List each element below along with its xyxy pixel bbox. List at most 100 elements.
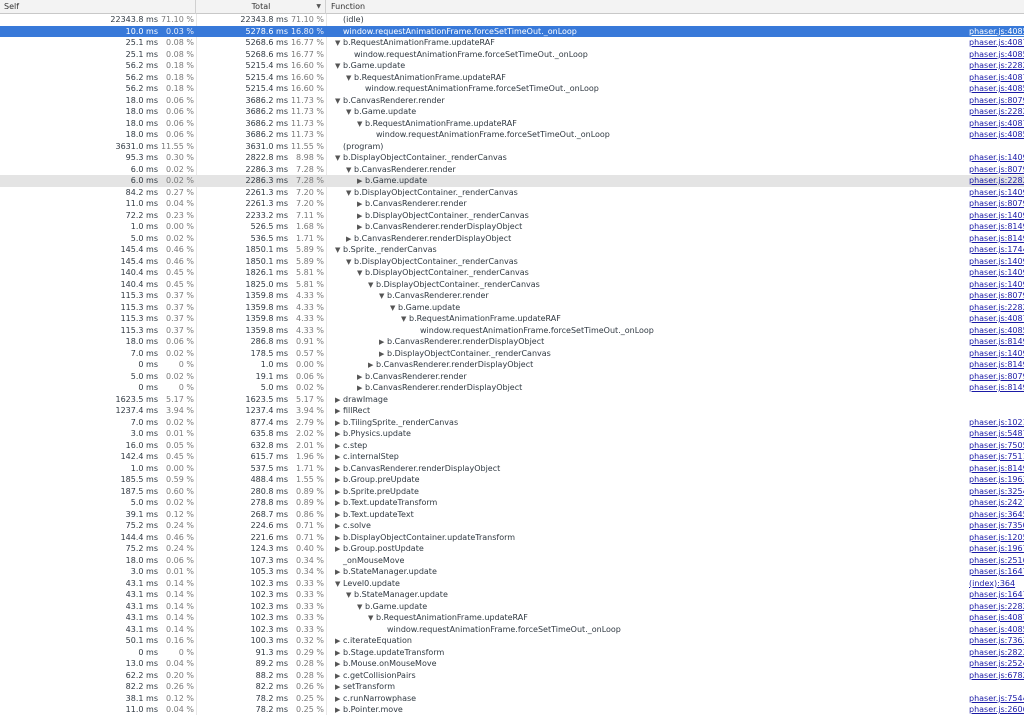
tree-row[interactable]: 1237.4 ms 3.94 % 1237.4 ms 3.94 % ▶ fillRect: [0, 405, 1024, 417]
tree-row[interactable]: 75.2 ms 0.24 % 224.6 ms 0.71 % ▶ c.solve phase…: [0, 520, 1024, 532]
source-link[interactable]: phaser.js:22824: [969, 601, 1024, 613]
source-link[interactable]: phaser.js:8149: [969, 359, 1024, 371]
tree-row[interactable]: 140.4 ms 0.45 % 1825.0 ms 5.81 % ▼ b.DisplayO…: [0, 279, 1024, 291]
source-link[interactable]: phaser.js:1409: [969, 267, 1024, 279]
tree-row[interactable]: 11.0 ms 0.04 % 2261.3 ms 7.20 % ▶ b.CanvasRen…: [0, 198, 1024, 210]
source-link[interactable]: phaser.js:25168: [969, 555, 1024, 567]
tree-row[interactable]: 62.2 ms 0.20 % 88.2 ms 0.28 % ▶ c.getCollisio…: [0, 670, 1024, 682]
tree-row[interactable]: 10.0 ms 0.03 % 5278.6 ms 16.80 % window.requ…: [0, 25, 1024, 38]
source-link[interactable]: phaser.js:2823: [969, 647, 1024, 659]
tree-row[interactable]: 5.0 ms 0.02 % 19.1 ms 0.06 % ▶ b.CanvasRender…: [0, 371, 1024, 383]
source-link[interactable]: phaser.js:1409: [969, 210, 1024, 222]
source-link[interactable]: phaser.js:2427: [969, 497, 1024, 509]
source-link[interactable]: phaser.js:40858: [969, 325, 1024, 337]
source-link[interactable]: phaser.js:1205: [969, 532, 1024, 544]
tree-row[interactable]: 5.0 ms 0.02 % 536.5 ms 1.71 % ▶ b.CanvasRende…: [0, 233, 1024, 245]
tree-row[interactable]: 75.2 ms 0.24 % 124.3 ms 0.40 % ▶ b.Group.post…: [0, 543, 1024, 555]
tree-row[interactable]: 43.1 ms 0.14 % 102.3 ms 0.33 % window.reques…: [0, 624, 1024, 636]
tree-row[interactable]: 43.1 ms 0.14 % 102.3 ms 0.33 % ▼ Level0.updat…: [0, 578, 1024, 590]
source-link[interactable]: phaser.js:54875: [969, 428, 1024, 440]
source-link[interactable]: phaser.js:1409: [969, 348, 1024, 360]
tree-row[interactable]: 13.0 ms 0.04 % 89.2 ms 0.28 % ▶ b.Mouse.onMou…: [0, 658, 1024, 670]
source-link[interactable]: phaser.js:1409: [969, 187, 1024, 199]
source-link[interactable]: phaser.js:40858: [969, 83, 1024, 95]
tree-row[interactable]: 82.2 ms 0.26 % 82.2 ms 0.26 % ▶ setTransform: [0, 681, 1024, 693]
tree-row[interactable]: 56.2 ms 0.18 % 5215.4 ms 16.60 % ▼ b.RequestA…: [0, 72, 1024, 84]
source-link[interactable]: phaser.js:73500: [969, 520, 1024, 532]
tree-row[interactable]: 142.4 ms 0.45 % 615.7 ms 1.96 % ▶ c.internalS…: [0, 451, 1024, 463]
tree-row[interactable]: 3.0 ms 0.01 % 635.8 ms 2.02 % ▶ b.Physics.upd…: [0, 428, 1024, 440]
source-link[interactable]: phaser.js:8149: [969, 336, 1024, 348]
tree-row[interactable]: 3631.0 ms 11.55 % 3631.0 ms 11.55 % (program…: [0, 141, 1024, 153]
source-link[interactable]: phaser.js:1409: [969, 279, 1024, 291]
source-link[interactable]: phaser.js:40871: [969, 612, 1024, 624]
source-link[interactable]: phaser.js:26061: [969, 704, 1024, 715]
tree-row[interactable]: 0 ms 0 % 1.0 ms 0.00 % ▶ b.CanvasRenderer.ren…: [0, 359, 1024, 371]
source-link[interactable]: phaser.js:75441: [969, 693, 1024, 705]
source-link[interactable]: phaser.js:16478: [969, 566, 1024, 578]
source-link[interactable]: (index):364: [969, 578, 1024, 590]
source-link[interactable]: phaser.js:8149: [969, 382, 1024, 394]
source-link[interactable]: phaser.js:40871: [969, 118, 1024, 130]
source-link[interactable]: phaser.js:40858: [969, 26, 1024, 38]
source-link[interactable]: phaser.js:73638: [969, 635, 1024, 647]
self-column-header[interactable]: Self: [0, 0, 196, 14]
tree-row[interactable]: 5.0 ms 0.02 % 278.8 ms 0.89 % ▶ b.Text.update…: [0, 497, 1024, 509]
tree-row[interactable]: 0 ms 0 % 91.3 ms 0.29 % ▶ b.Stage.updateTrans…: [0, 647, 1024, 659]
expand-triangle-icon[interactable]: ▶: [335, 705, 343, 715]
source-link[interactable]: phaser.js:8149: [969, 463, 1024, 475]
source-link[interactable]: phaser.js:40858: [969, 624, 1024, 636]
source-link[interactable]: phaser.js:8079: [969, 290, 1024, 302]
source-link[interactable]: phaser.js:36456: [969, 509, 1024, 521]
source-link[interactable]: phaser.js:22824: [969, 302, 1024, 314]
source-link[interactable]: phaser.js:22824: [969, 175, 1024, 187]
tree-row[interactable]: 56.2 ms 0.18 % 5215.4 ms 16.60 % window.requ…: [0, 83, 1024, 95]
source-link[interactable]: phaser.js:8079: [969, 371, 1024, 383]
total-column-header[interactable]: Total ▼: [197, 0, 326, 14]
source-link[interactable]: phaser.js:8079: [969, 164, 1024, 176]
sort-desc-icon[interactable]: ▼: [316, 0, 321, 14]
source-link[interactable]: phaser.js:22824: [969, 60, 1024, 72]
tree-row[interactable]: 1.0 ms 0.00 % 526.5 ms 1.68 % ▶ b.CanvasRende…: [0, 221, 1024, 233]
source-link[interactable]: phaser.js:40858: [969, 49, 1024, 61]
tree-row[interactable]: 43.1 ms 0.14 % 102.3 ms 0.33 % ▼ b.Game.updat…: [0, 601, 1024, 613]
tree-row[interactable]: 22343.8 ms 71.10 % 22343.8 ms 71.10 % (idle): [0, 14, 1024, 26]
tree-row[interactable]: 115.3 ms 0.37 % 1359.8 ms 4.33 % window.requ…: [0, 325, 1024, 337]
tree-row[interactable]: 140.4 ms 0.45 % 1826.1 ms 5.81 % ▼ b.DisplayO…: [0, 267, 1024, 279]
tree-row[interactable]: 1.0 ms 0.00 % 537.5 ms 1.71 % ▶ b.CanvasRende…: [0, 463, 1024, 475]
tree-row[interactable]: 3.0 ms 0.01 % 105.3 ms 0.34 % ▶ b.StateManage…: [0, 566, 1024, 578]
tree-row[interactable]: 0 ms 0 % 5.0 ms 0.02 % ▶ b.CanvasRenderer.ren…: [0, 382, 1024, 394]
tree-row[interactable]: 84.2 ms 0.27 % 2261.3 ms 7.20 % ▼ b.DisplayOb…: [0, 187, 1024, 199]
tree-row[interactable]: 25.1 ms 0.08 % 5268.6 ms 16.77 % ▼ b.RequestA…: [0, 37, 1024, 49]
tree-row[interactable]: 43.1 ms 0.14 % 102.3 ms 0.33 % ▼ b.RequestAni…: [0, 612, 1024, 624]
tree-row[interactable]: 39.1 ms 0.12 % 268.7 ms 0.86 % ▶ b.Text.updat…: [0, 509, 1024, 521]
tree-row[interactable]: 18.0 ms 0.06 % 107.3 ms 0.34 % _onMouseMove p…: [0, 555, 1024, 567]
tree-row[interactable]: 56.2 ms 0.18 % 5215.4 ms 16.60 % ▼ b.Game.upd…: [0, 60, 1024, 72]
tree-row[interactable]: 18.0 ms 0.06 % 286.8 ms 0.91 % ▶ b.CanvasRend…: [0, 336, 1024, 348]
tree-row[interactable]: 187.5 ms 0.60 % 280.8 ms 0.89 % ▶ b.Sprite.pr…: [0, 486, 1024, 498]
tree-row[interactable]: 6.0 ms 0.02 % 2286.3 ms 7.28 % ▼ b.CanvasRend…: [0, 164, 1024, 176]
source-link[interactable]: phaser.js:1409: [969, 256, 1024, 268]
tree-row[interactable]: 145.4 ms 0.46 % 1850.1 ms 5.89 % ▼ b.DisplayO…: [0, 256, 1024, 268]
source-link[interactable]: phaser.js:40858: [969, 129, 1024, 141]
tree-row[interactable]: 7.0 ms 0.02 % 178.5 ms 0.57 % ▶ b.DisplayObje…: [0, 348, 1024, 360]
tree-row[interactable]: 72.2 ms 0.23 % 2233.2 ms 7.11 % ▶ b.DisplayOb…: [0, 210, 1024, 222]
tree-row[interactable]: 18.0 ms 0.06 % 3686.2 ms 11.73 % ▼ b.Game.upd…: [0, 106, 1024, 118]
tree-row[interactable]: 7.0 ms 0.02 % 877.4 ms 2.79 % ▶ b.TilingSprit…: [0, 417, 1024, 429]
tree-row[interactable]: 25.1 ms 0.08 % 5268.6 ms 16.77 % window.requ…: [0, 49, 1024, 61]
source-link[interactable]: phaser.js:19671: [969, 543, 1024, 555]
source-link[interactable]: phaser.js:40871: [969, 72, 1024, 84]
tree-row[interactable]: 50.1 ms 0.16 % 100.3 ms 0.32 % ▶ c.iterateEqu…: [0, 635, 1024, 647]
source-link[interactable]: phaser.js:1409: [969, 152, 1024, 164]
tree-row[interactable]: 115.3 ms 0.37 % 1359.8 ms 4.33 % ▼ b.RequestA…: [0, 313, 1024, 325]
tree-row[interactable]: 18.0 ms 0.06 % 3686.2 ms 11.73 % ▼ b.CanvasRe…: [0, 95, 1024, 107]
tree-row[interactable]: 144.4 ms 0.46 % 221.6 ms 0.71 % ▶ b.DisplayOb…: [0, 532, 1024, 544]
source-link[interactable]: phaser.js:25244: [969, 658, 1024, 670]
source-link[interactable]: phaser.js:16478: [969, 589, 1024, 601]
source-link[interactable]: phaser.js:32541: [969, 486, 1024, 498]
source-link[interactable]: phaser.js:40871: [969, 313, 1024, 325]
tree-row[interactable]: 1623.5 ms 5.17 % 1623.5 ms 5.17 % ▶ drawImage: [0, 394, 1024, 406]
tree-row[interactable]: 18.0 ms 0.06 % 3686.2 ms 11.73 % ▼ b.RequestA…: [0, 118, 1024, 130]
tree-row[interactable]: 16.0 ms 0.05 % 632.8 ms 2.01 % ▶ c.step phaser…: [0, 440, 1024, 452]
tree-row[interactable]: 95.3 ms 0.30 % 2822.8 ms 8.98 % ▼ b.DisplayOb…: [0, 152, 1024, 164]
